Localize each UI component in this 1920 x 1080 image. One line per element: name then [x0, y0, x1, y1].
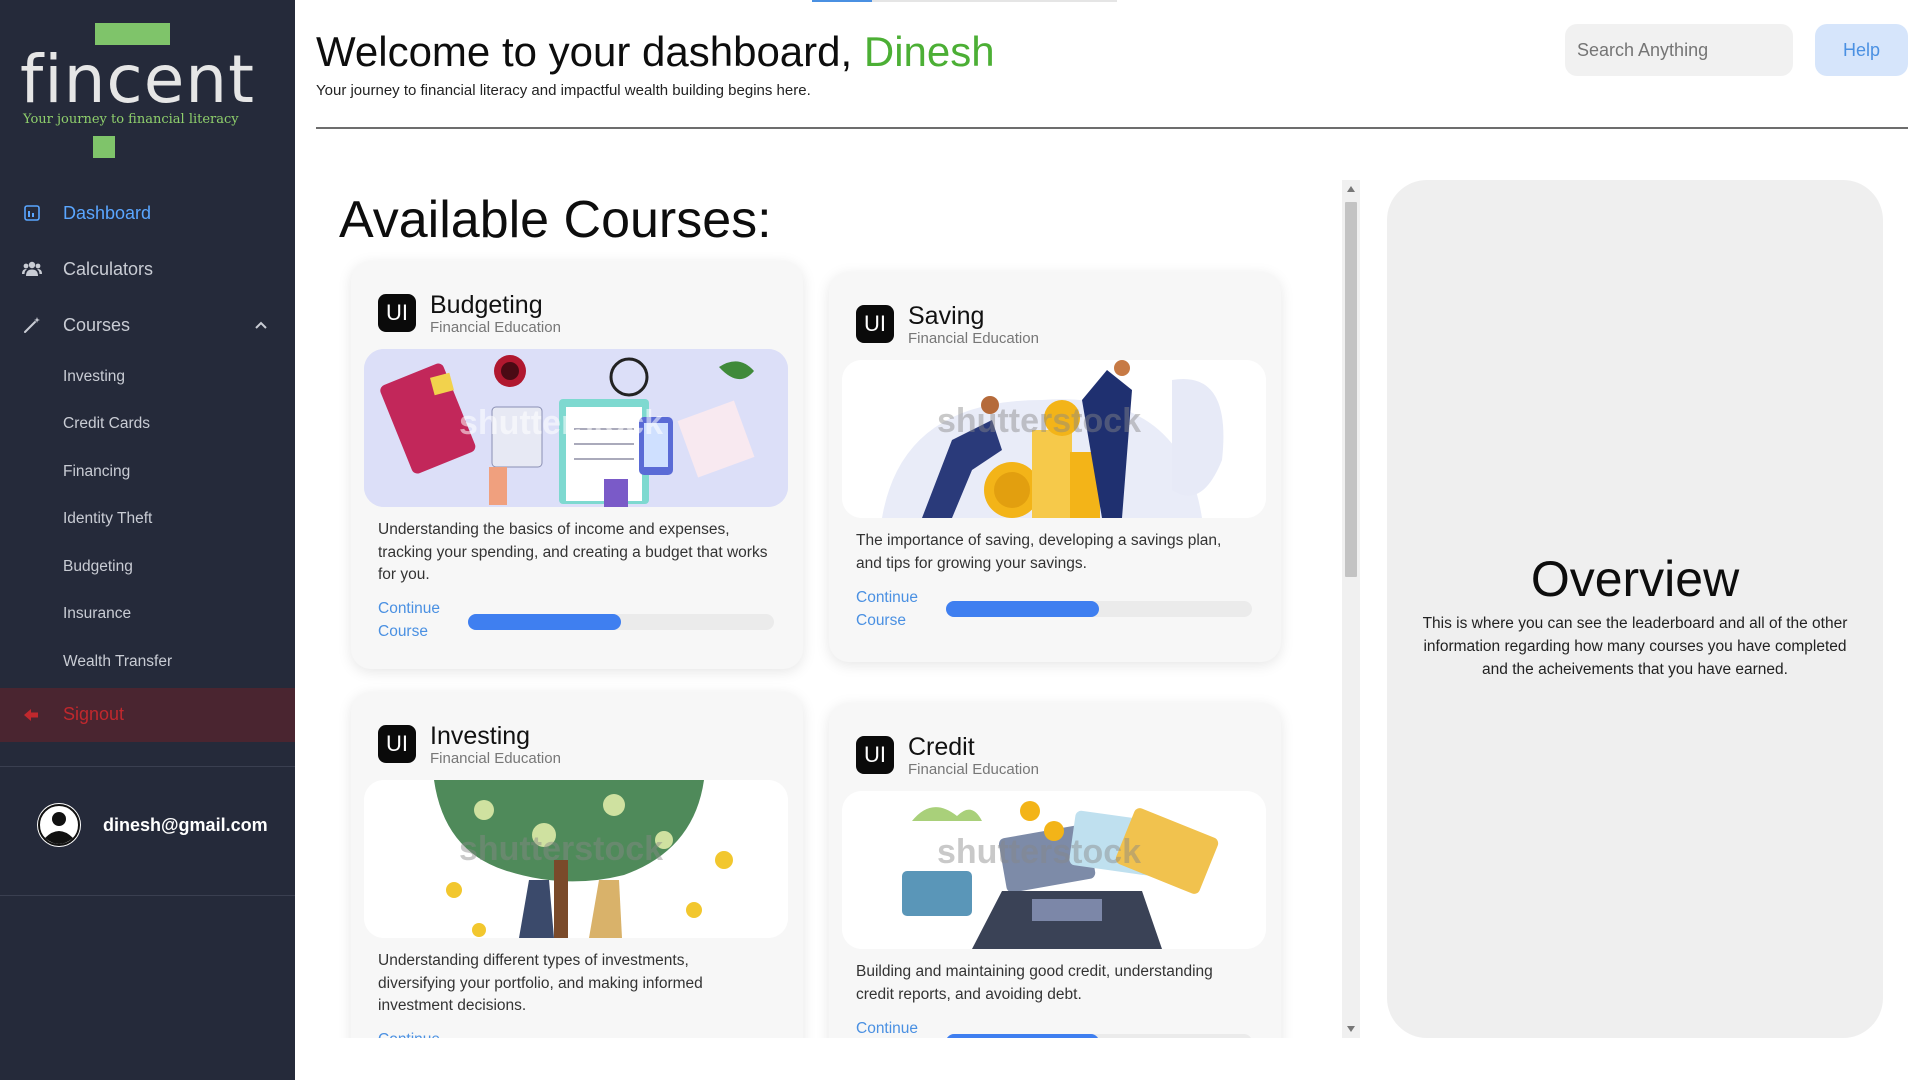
signout-button[interactable]: Signout: [0, 687, 295, 742]
course-subtitle: Financial Education: [908, 761, 1039, 778]
scrollbar-thumb[interactable]: [1345, 202, 1357, 577]
sidebar-item-label: Dashboard: [63, 202, 152, 223]
sidebar-item-dashboard[interactable]: Dashboard: [0, 185, 295, 241]
course-description: Building and maintaining good credit, un…: [856, 963, 1213, 1003]
sidebar-subitem-financing[interactable]: Financing: [0, 448, 295, 496]
sidebar-item-label: Courses: [63, 314, 131, 335]
course-card-budgeting[interactable]: UI Budgeting Financial Education shutter…: [351, 261, 803, 669]
user-profile[interactable]: dinesh@gmail.com: [37, 803, 268, 847]
course-subtitle: Financial Education: [430, 319, 561, 336]
course-description: Understanding different types of investm…: [378, 952, 703, 1014]
header-divider: [316, 127, 1908, 129]
sidebar-nav: Dashboard Calculators Courses Investing …: [0, 185, 295, 742]
watermark-text: shutterstock: [937, 402, 1141, 440]
investing-illustration: shutterstock: [364, 780, 788, 938]
budgeting-illustration: shutterstock: [364, 349, 788, 507]
continue-course-link[interactable]: Continue Course: [378, 1029, 453, 1038]
welcome-text: Welcome to your dashboard,: [316, 28, 864, 75]
sidebar-item-label: Calculators: [63, 258, 154, 279]
overview-title: Overview: [1530, 551, 1740, 607]
help-button[interactable]: Help: [1815, 24, 1908, 76]
continue-course-link[interactable]: Continue Course: [378, 598, 453, 643]
course-progress-fill: [946, 601, 1099, 617]
course-progress-bar: [946, 601, 1252, 617]
courses-title: Available Courses:: [339, 191, 772, 249]
courses-scrollbar[interactable]: [1342, 180, 1360, 1038]
logo-text: fincent: [20, 41, 256, 118]
magic-wand-icon: [22, 315, 42, 335]
course-badge: UI: [378, 725, 416, 763]
watermark-text: shutterstock: [459, 404, 663, 442]
search-input[interactable]: [1565, 24, 1793, 76]
course-description: Understanding the basics of income and e…: [378, 521, 768, 583]
logo-mark-bottom: [93, 136, 115, 158]
course-description: The importance of saving, developing a s…: [856, 532, 1222, 572]
chevron-up-icon[interactable]: [255, 316, 267, 334]
avatar[interactable]: [37, 803, 81, 847]
overview-text: This is where you can see the leaderboar…: [1422, 615, 1848, 678]
continue-course-link[interactable]: Continue Course: [856, 587, 931, 632]
scroll-up-arrow-icon[interactable]: [1347, 186, 1355, 192]
credit-illustration: shutterstock: [842, 791, 1266, 949]
sidebar-item-calculators[interactable]: Calculators: [0, 241, 295, 297]
sidebar-subitem-identity-theft[interactable]: Identity Theft: [0, 496, 295, 544]
signout-label: Signout: [63, 704, 125, 724]
course-card-saving[interactable]: UI Saving Financial Education shuttersto…: [829, 272, 1281, 662]
signout-icon: [22, 705, 42, 725]
course-progress-bar: [468, 614, 774, 630]
course-card-credit[interactable]: UI Credit Financial Education shuttersto…: [829, 703, 1281, 1038]
sidebar-divider: [0, 895, 295, 896]
watermark-text: shutterstock: [937, 833, 1141, 871]
sidebar-divider: [0, 766, 295, 767]
course-progress-bar: [946, 1034, 1252, 1038]
course-title: Budgeting: [430, 291, 543, 319]
user-name: Dinesh: [863, 28, 995, 75]
course-badge: UI: [378, 294, 416, 332]
course-title: Investing: [430, 722, 531, 750]
logo[interactable]: fincent Your journey to financial litera…: [0, 0, 295, 165]
user-email: dinesh@gmail.com: [103, 814, 268, 835]
courses-panel: Available Courses: UI Budgeting Financia…: [316, 180, 1356, 1038]
course-card-investing[interactable]: UI Investing Financial Education shutter…: [351, 692, 803, 1038]
users-icon: [22, 259, 42, 279]
course-title: Saving: [908, 302, 985, 330]
page-title: Welcome to your dashboard, Dinesh: [316, 28, 995, 76]
logo-tagline: Your journey to financial literacy: [23, 112, 239, 127]
dashboard-icon: [22, 203, 42, 223]
top-tab-indicator: [812, 0, 1117, 2]
sidebar-item-courses[interactable]: Courses: [0, 297, 295, 353]
sidebar-subitem-wealth-transfer[interactable]: Wealth Transfer: [0, 638, 295, 686]
watermark-text: shutterstock: [459, 830, 663, 868]
saving-illustration: shutterstock: [842, 360, 1266, 518]
continue-course-link[interactable]: Continue Course: [856, 1018, 931, 1038]
course-badge: UI: [856, 736, 894, 774]
sidebar: fincent Your journey to financial litera…: [0, 0, 295, 1080]
page-subtitle: Your journey to financial literacy and i…: [316, 82, 811, 99]
overview-panel: Overview This is where you can see the l…: [1387, 180, 1883, 1038]
scroll-down-arrow-icon[interactable]: [1347, 1026, 1355, 1032]
sidebar-subitem-insurance[interactable]: Insurance: [0, 591, 295, 639]
course-subtitle: Financial Education: [430, 750, 561, 767]
course-progress-fill: [468, 614, 621, 630]
course-badge: UI: [856, 305, 894, 343]
sidebar-subitem-credit-cards[interactable]: Credit Cards: [0, 401, 295, 449]
sidebar-subitem-budgeting[interactable]: Budgeting: [0, 543, 295, 591]
course-subtitle: Financial Education: [908, 330, 1039, 347]
sidebar-subitem-investing[interactable]: Investing: [0, 353, 295, 401]
course-progress-fill: [946, 1034, 1099, 1038]
course-title: Credit: [908, 733, 975, 761]
